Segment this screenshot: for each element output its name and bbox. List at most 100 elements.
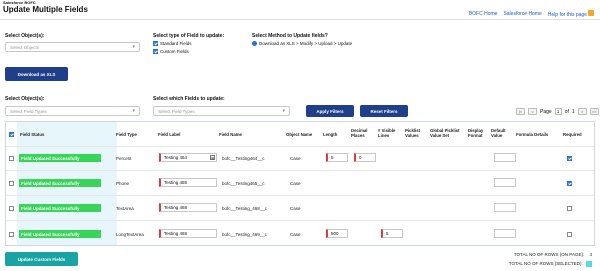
field-types-placeholder: Select Field Types <box>10 108 47 114</box>
page-label: Page <box>540 108 552 115</box>
header-divider <box>0 19 600 20</box>
custom-fields-option[interactable]: Custom Fields <box>153 49 189 54</box>
field-label-input[interactable]: Testing 469 <box>159 229 217 238</box>
header-required: Required <box>563 132 582 137</box>
default-value-input[interactable] <box>494 178 516 187</box>
help-link[interactable]: Help for this page <box>548 12 587 18</box>
required-checkbox[interactable] <box>567 232 572 237</box>
header-visible-lines: # Visible Lines <box>378 128 396 138</box>
fields-table: Field Status Field Type Field Label Fiel… <box>5 121 595 246</box>
row-divider <box>6 146 594 147</box>
field-label-value: Testing 464 <box>164 155 188 160</box>
total-rows-label: TOTAL NO OF ROWS (ON PAGE): <box>513 252 585 257</box>
method-radio[interactable] <box>252 41 257 46</box>
required-checkbox[interactable] <box>567 156 572 161</box>
row-divider <box>6 220 594 221</box>
field-label-input[interactable]: Testing 468 <box>159 203 217 212</box>
total-rows-selected: TOTAL NO OF ROWS (SELECTED): <box>509 261 592 267</box>
decimal-places-input[interactable]: 0 <box>354 153 376 162</box>
lookup-icon[interactable]: ▤ <box>210 155 215 160</box>
chevron-down-icon: ▾ <box>132 44 135 50</box>
default-value-input[interactable] <box>494 153 516 162</box>
last-page-button[interactable]: >> <box>589 108 599 115</box>
fields-label: Select which Fields to update: <box>153 96 225 102</box>
standard-fields-option[interactable]: Standard Fields <box>153 41 192 46</box>
required-checkbox[interactable] <box>567 181 572 186</box>
pagination: |< < Page 1 of 1 > >> <box>516 108 599 115</box>
default-value-input[interactable] <box>494 229 516 238</box>
length-value: 500 <box>331 231 339 236</box>
row-checkbox[interactable] <box>9 156 14 161</box>
field-name: bofc__Testing464__c <box>222 156 265 161</box>
visible-lines-input[interactable]: 5 <box>381 229 403 238</box>
status-badge: Field Updated Successfully <box>19 154 101 162</box>
objects-select-placeholder: Select Objects <box>10 44 40 50</box>
field-types-select[interactable]: Select Field Types ▾ <box>5 106 140 116</box>
field-label-input[interactable]: Testing 464 ▤ <box>159 153 217 162</box>
method-label: Select Method to Update fields? <box>252 33 328 39</box>
visible-lines-value: 5 <box>386 231 389 236</box>
row-checkbox[interactable] <box>9 181 14 186</box>
page-input[interactable]: 1 <box>554 108 562 115</box>
help-icon[interactable] <box>588 10 594 16</box>
first-page-button[interactable]: |< <box>516 108 525 115</box>
selected-swatch <box>586 261 592 267</box>
header-default-value: Default Value <box>491 128 506 138</box>
length-input[interactable]: 500 <box>326 229 348 238</box>
field-type: LongTextArea <box>116 232 144 237</box>
field-type: Phone <box>116 181 130 186</box>
apply-filters-button[interactable]: Apply Filters <box>306 105 354 117</box>
header-picklist-values: Picklist Values <box>405 128 421 138</box>
standard-fields-label: Standard Fields <box>160 41 192 46</box>
object-name: Case <box>290 156 301 161</box>
total-rows-value: 4 <box>589 252 592 257</box>
field-name: bofc__Testing465__c <box>222 181 265 186</box>
status-badge: Field Updated Successfully <box>19 230 101 238</box>
objects-select[interactable]: Select Objects ▾ <box>5 42 140 52</box>
header-field-status: Field Status <box>20 132 45 137</box>
method-option[interactable]: Download as XLS > Modify > Upload > Upda… <box>252 41 352 46</box>
update-custom-fields-button[interactable]: Update Custom Fields <box>5 252 78 266</box>
custom-fields-checkbox[interactable] <box>153 49 158 54</box>
object-name: Case <box>290 232 301 237</box>
header-object-name: Object Name <box>286 132 313 137</box>
method-option-label: Download as XLS > Modify > Upload > Upda… <box>259 41 353 46</box>
header-decimal-places: Decimal Places <box>351 128 368 138</box>
salesforce-home-link[interactable]: Salesforce Home <box>503 11 541 17</box>
decimal-value: 0 <box>359 155 362 160</box>
custom-fields-label: Custom Fields <box>160 49 189 54</box>
field-label-value: Testing 469 <box>164 231 188 236</box>
header-length: Length <box>323 132 338 137</box>
field-type-label: Select type of Field to update: <box>153 33 225 39</box>
bofc-home-link[interactable]: BOFC Home <box>469 11 498 17</box>
prev-page-button[interactable]: < <box>528 108 537 115</box>
row-checkbox[interactable] <box>9 206 14 211</box>
field-type: Percent <box>116 156 132 161</box>
field-name: bofc__Testing_469__c <box>222 232 268 237</box>
top-links: BOFC Home Salesforce Home Help for this … <box>469 10 594 18</box>
standard-fields-checkbox[interactable] <box>153 41 158 46</box>
objects-label: Select Object(s): <box>5 33 45 39</box>
length-input[interactable]: 5 <box>326 153 348 162</box>
reset-filters-button[interactable]: Reset Filters <box>360 105 408 117</box>
fields-select[interactable]: Select Field Types ▾ <box>153 106 290 116</box>
total-pages: 1 <box>571 108 575 115</box>
status-badge: Field Updated Successfully <box>19 179 101 187</box>
header-display-format: Display Format <box>468 128 484 138</box>
row-checkbox[interactable] <box>9 232 14 237</box>
select-all-checkbox[interactable] <box>9 132 14 137</box>
page-title: Update Multiple Fields <box>3 5 88 14</box>
field-label-value: Testing 465 <box>164 180 188 185</box>
header-global-picklist: Global Picklist Value Set <box>430 128 460 138</box>
default-value-input[interactable] <box>494 203 516 212</box>
field-type: TextArea <box>116 206 134 211</box>
download-xls-button[interactable]: Download as XLS <box>5 67 68 81</box>
row-divider <box>6 170 594 171</box>
field-label-value: Testing 468 <box>164 205 188 210</box>
header-field-type: Field Type <box>116 132 137 137</box>
required-checkbox[interactable] <box>567 206 572 211</box>
next-page-button[interactable]: > <box>577 108 587 115</box>
field-label-input[interactable]: Testing 465 <box>159 178 217 187</box>
of-label: of <box>564 108 569 115</box>
object-name: Case <box>290 181 301 186</box>
